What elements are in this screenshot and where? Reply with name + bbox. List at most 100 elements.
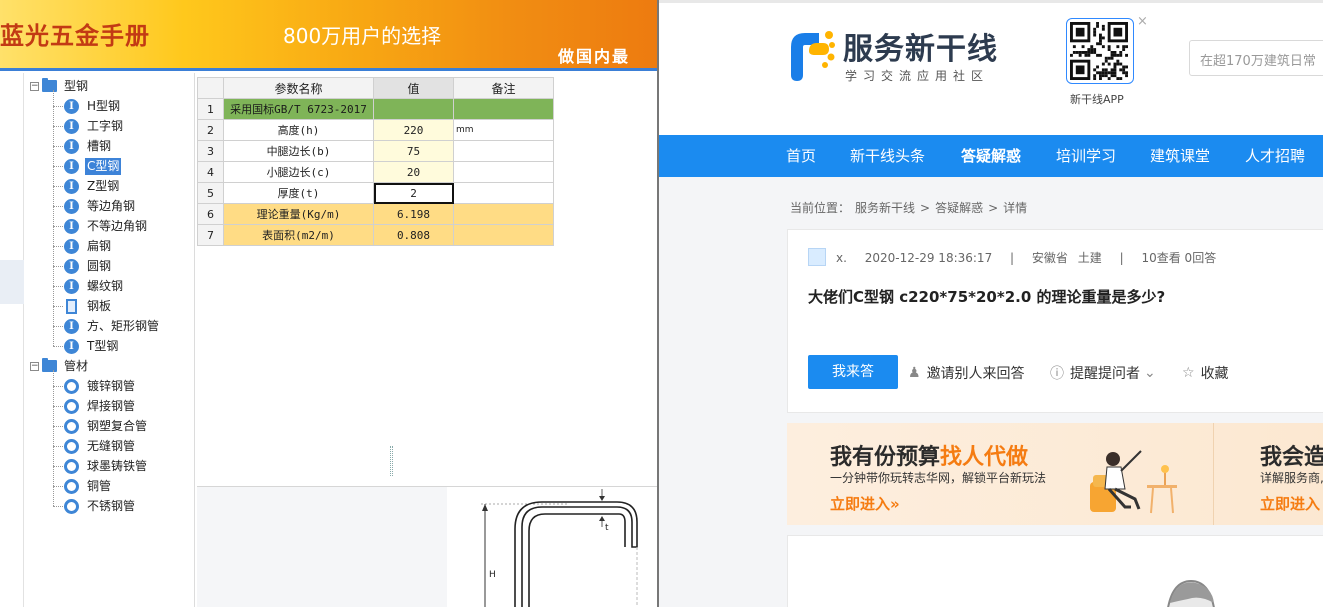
ibeam-icon: I [64,238,79,254]
param-value-cell[interactable]: 75 [373,140,454,162]
question-user[interactable]: x. [836,251,847,265]
nav-item[interactable]: 首页 [786,135,816,177]
tree-item[interactable]: I 方、矩形钢管 [64,316,161,336]
question-category[interactable]: 土建 [1078,251,1102,265]
tree-connector [53,486,63,487]
nav-item[interactable]: 答疑解惑 [961,135,1021,177]
tree-item[interactable]: I 圆钢 [64,256,113,276]
row-number: 6 [197,203,224,225]
tree-group-label: 型钢 [64,78,89,93]
promo-enter-link[interactable]: 立即进入» [830,493,900,514]
banner-underline [0,68,657,71]
tree-item[interactable]: I H型钢 [64,96,122,116]
param-remark-cell[interactable] [453,203,554,225]
pipe-icon [64,438,79,454]
param-value-cell[interactable]: 6.198 [373,203,454,225]
param-remark-cell[interactable] [453,140,554,162]
tree-item[interactable]: 无缝钢管 [64,436,137,456]
tree-item[interactable]: 钢板 [64,296,113,316]
tree-item[interactable]: I Z型钢 [64,176,121,196]
tree-item[interactable]: 不锈钢管 [64,496,137,516]
nav-item[interactable]: 培训学习 [1056,135,1116,177]
tree-item[interactable]: 焊接钢管 [64,396,137,416]
tree-item-label: 镀锌钢管 [87,378,136,393]
column-header-value[interactable]: 值 [373,77,454,99]
tree-item[interactable]: 镀锌钢管 [64,376,137,396]
promo-separator [1213,423,1214,525]
qr-code[interactable] [1066,18,1134,84]
pipe-icon [64,478,79,494]
tree-item[interactable]: 铜管 [64,476,113,496]
folder-icon [42,358,57,372]
column-header-remark[interactable]: 备注 [453,77,554,99]
param-remark-cell[interactable]: mm [453,119,554,141]
tree-item[interactable]: I 等边角钢 [64,196,137,216]
ibeam-icon: I [64,218,79,234]
nav-item[interactable]: 新干线头条 [850,135,925,177]
favorite-button[interactable]: ☆ 收藏 [1182,363,1229,383]
site-header: 服务新干线 学习交流应用社区 × 新干线APP 在超170万建筑日常 [659,0,1323,135]
row-number-header [197,77,224,99]
tree-item[interactable]: I 扁钢 [64,236,113,256]
site-title[interactable]: 服务新干线 [843,24,998,68]
ibeam-icon: I [64,178,79,194]
answer-button[interactable]: 我来答 [808,355,898,389]
question-meta: x. 2020-12-29 18:36:17 | 安徽省 土建 | 10查看 0… [836,249,1230,266]
nav-item[interactable]: 人才招聘 [1245,135,1305,177]
tree-item[interactable]: I 槽钢 [64,136,113,156]
param-value-cell[interactable]: 20 [373,161,454,183]
param-remark-cell[interactable] [453,161,554,183]
breadcrumb: 当前位置： 服务新干线 > 答疑解惑 > 详情 [790,199,1032,216]
tree-item[interactable]: 钢塑复合管 [64,416,149,436]
param-value-cell[interactable]: 220 [373,119,454,141]
tree-item[interactable]: I 工字钢 [64,116,125,136]
param-value-cell[interactable] [373,98,454,120]
promo-title-main: 我有份预算 [830,445,941,470]
tree-connector [53,506,63,507]
remind-asker-button[interactable]: ⓘ 提醒提问者 ⌄ [1050,363,1162,383]
search-input[interactable]: 在超170万建筑日常 [1189,40,1323,76]
table-row: 1 采用国标GB/T 6723-2017 [197,98,554,120]
breadcrumb-link[interactable]: 服务新干线 [855,201,915,215]
tree-connector [53,370,54,506]
promo-banner[interactable]: 我有份预算找人代做 一分钟带你玩转志华网，解锁平台新玩法 立即进入» 我会造 详 [787,423,1323,525]
promo2-enter-link[interactable]: 立即进入 [1260,493,1320,514]
tree-connector [53,166,63,167]
collapse-icon[interactable]: − [30,81,39,91]
table-row: 4 小腿边长(c) 20 [197,161,554,183]
tree-group[interactable]: − 型钢 [30,76,90,96]
splitter-handle[interactable] [390,446,393,476]
pipe-icon [64,418,79,434]
ibeam-icon: I [64,278,79,294]
param-name-cell: 高度(h) [223,119,374,141]
tree-item-label: Z型钢 [87,178,120,193]
qr-close-icon[interactable]: × [1137,14,1148,29]
param-remark-cell[interactable] [453,224,554,246]
param-remark-cell[interactable] [453,182,554,204]
table-row: 5 厚度(t) 2 [197,182,554,204]
remind-label: 提醒提问者 [1070,366,1140,382]
tree-item[interactable]: 球墨铸铁管 [64,456,149,476]
question-card: x. 2020-12-29 18:36:17 | 安徽省 土建 | 10查看 0… [787,229,1323,413]
tree-item[interactable]: I C型钢 [64,156,122,176]
collapse-icon[interactable]: − [30,361,39,371]
invite-answer-button[interactable]: ♟ 邀请别人来回答 [908,363,1025,383]
param-remark-cell[interactable] [453,98,554,120]
breadcrumb-separator: > [920,201,931,215]
tree-item[interactable]: I 螺纹钢 [64,276,125,296]
user-avatar[interactable] [808,248,826,266]
breadcrumb-link[interactable]: 答疑解惑 [935,201,983,215]
nav-item[interactable]: 建筑课堂 [1150,135,1210,177]
tree-item[interactable]: I 不等边角钢 [64,216,149,236]
tree-group[interactable]: − 管材 [30,356,90,376]
section-diagram-panel: H t [197,486,657,607]
param-name-cell: 理论重量(Kg/m) [223,203,374,225]
site-logo-icon[interactable] [785,23,837,83]
param-value-cell[interactable]: 2 [373,182,454,204]
column-header-name[interactable]: 参数名称 [223,77,374,99]
empty-avatar-icon [1167,579,1215,607]
plate-icon [66,298,77,314]
tree-item[interactable]: I T型钢 [64,336,120,356]
param-value-cell[interactable]: 0.808 [373,224,454,246]
breadcrumb-link[interactable]: 详情 [1003,201,1027,215]
